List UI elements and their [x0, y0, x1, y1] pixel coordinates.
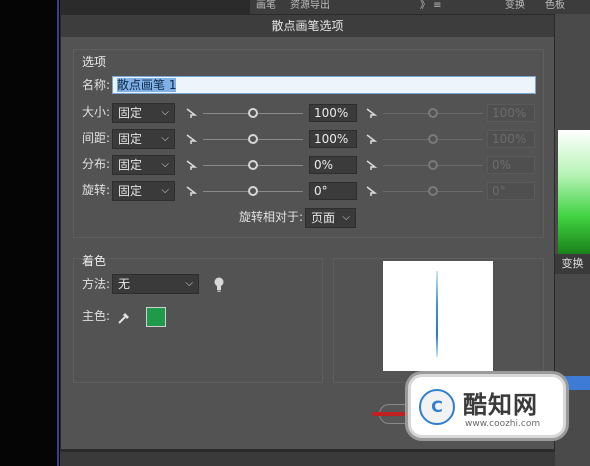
spacing-value: 100%: [314, 132, 349, 146]
brush-name-value: 散点画笔 1: [117, 78, 177, 92]
key-color-label: 主色:: [82, 309, 111, 323]
eyedropper-icon[interactable]: [117, 309, 131, 325]
spacing-slider-handle-disabled: [428, 134, 438, 144]
size-slider-handle[interactable]: [248, 108, 258, 118]
spacing-secondary-value-field: 100%: [487, 130, 535, 148]
size-slider-handle-disabled: [428, 108, 438, 118]
spacing-secondary-value: 100%: [492, 132, 527, 146]
slider-min-pin-icon: [186, 160, 197, 170]
slider-min-pin-icon: [186, 186, 197, 196]
watermark-logo: C 酷知网 www.coozhi.com: [408, 374, 566, 438]
scatter-secondary-value: 0%: [492, 158, 512, 172]
rotation-label: 旋转:: [82, 183, 111, 197]
chevron-down-icon: ⌵: [342, 212, 350, 223]
scatter-slider-handle[interactable]: [248, 160, 258, 170]
tips-lightbulb-icon[interactable]: [213, 277, 225, 293]
rotation-slider-handle-disabled: [428, 186, 438, 196]
slider-min-pin-icon: [186, 134, 197, 144]
key-color-swatch[interactable]: [146, 307, 166, 327]
scatter-slider-handle-disabled: [428, 160, 438, 170]
chevron-down-icon: ⌵: [161, 107, 169, 118]
spacing-mode-value: 固定: [118, 132, 143, 146]
rotation-mode-value: 固定: [118, 184, 143, 198]
spacing-mode-select[interactable]: 固定 ⌵: [112, 129, 175, 149]
slider-max-pin-icon: [366, 160, 377, 170]
scatter-value: 0%: [314, 158, 334, 172]
slider-max-pin-icon: [366, 134, 377, 144]
brush-stroke-preview: [436, 271, 438, 357]
panel-tab-bar: 画笔 资源导出 》 ≡ 变换 色板: [250, 0, 590, 14]
scatter-mode-select[interactable]: 固定 ⌵: [112, 155, 175, 175]
tab-swatches[interactable]: 色板: [545, 0, 565, 12]
slider-max-pin-icon: [366, 186, 377, 196]
dialog-title[interactable]: 散点画笔选项: [61, 15, 554, 37]
options-section-title: 选项: [82, 55, 107, 69]
spacing-slider-handle[interactable]: [248, 134, 258, 144]
rotation-slider-handle[interactable]: [248, 186, 258, 196]
colorization-method-select[interactable]: 无 ⌵: [112, 274, 199, 294]
chevron-down-icon: ⌵: [161, 185, 169, 196]
canvas-edge: [57, 0, 59, 466]
rotation-secondary-value: 0°: [492, 184, 506, 198]
name-label: 名称:: [82, 78, 111, 92]
method-label: 方法:: [82, 277, 111, 291]
brush-preview: [383, 261, 493, 371]
scatter-value-field[interactable]: 0%: [309, 156, 357, 174]
tab-transform-top[interactable]: 变换: [505, 0, 525, 12]
watermark-logo-mark: C: [419, 389, 455, 425]
spacing-label: 间距:: [82, 131, 111, 145]
rotation-value: 0°: [314, 184, 328, 198]
colorization-section-title: 着色: [82, 254, 107, 268]
rotation-relative-label: 旋转相对于:: [239, 210, 304, 224]
spacing-value-field[interactable]: 100%: [309, 130, 357, 148]
rotation-relative-value: 页面: [311, 211, 336, 225]
chevron-down-icon: ⌵: [161, 159, 169, 170]
scatter-secondary-value-field: 0%: [487, 156, 535, 174]
scatter-mode-value: 固定: [118, 158, 143, 172]
scatter-label: 分布:: [82, 157, 111, 171]
size-label: 大小:: [82, 105, 111, 119]
colorization-method-value: 无: [118, 277, 131, 291]
color-picker-gradient[interactable]: [558, 130, 590, 255]
highlight-mark: [372, 412, 412, 416]
tab-asset-export[interactable]: 资源导出: [290, 0, 330, 12]
watermark-url: www.coozhi.com: [465, 419, 541, 429]
slider-max-pin-icon: [366, 108, 377, 118]
panel-menu-icon[interactable]: 》 ≡: [420, 0, 442, 12]
size-secondary-value: 100%: [492, 106, 527, 120]
rotation-value-field[interactable]: 0°: [309, 182, 357, 200]
logo-char: C: [431, 397, 443, 416]
rotation-mode-select[interactable]: 固定 ⌵: [112, 181, 175, 201]
status-bar: [60, 452, 555, 466]
tab-brushes[interactable]: 画笔: [256, 0, 276, 12]
rotation-secondary-value-field: 0°: [487, 182, 535, 200]
size-mode-select[interactable]: 固定 ⌵: [112, 103, 175, 123]
tab-transform[interactable]: 变换: [555, 254, 590, 274]
canvas-background: [0, 0, 60, 466]
brush-name-field[interactable]: 散点画笔 1: [112, 76, 536, 94]
chevron-down-icon: ⌵: [161, 133, 169, 144]
chevron-down-icon: ⌵: [185, 278, 193, 289]
slider-min-pin-icon: [186, 108, 197, 118]
watermark-name: 酷知网: [463, 391, 538, 419]
size-secondary-value-field: 100%: [487, 104, 535, 122]
size-value-field[interactable]: 100%: [309, 104, 357, 122]
rotation-relative-select[interactable]: 页面 ⌵: [305, 208, 356, 228]
size-value: 100%: [314, 106, 349, 120]
size-mode-value: 固定: [118, 106, 143, 120]
